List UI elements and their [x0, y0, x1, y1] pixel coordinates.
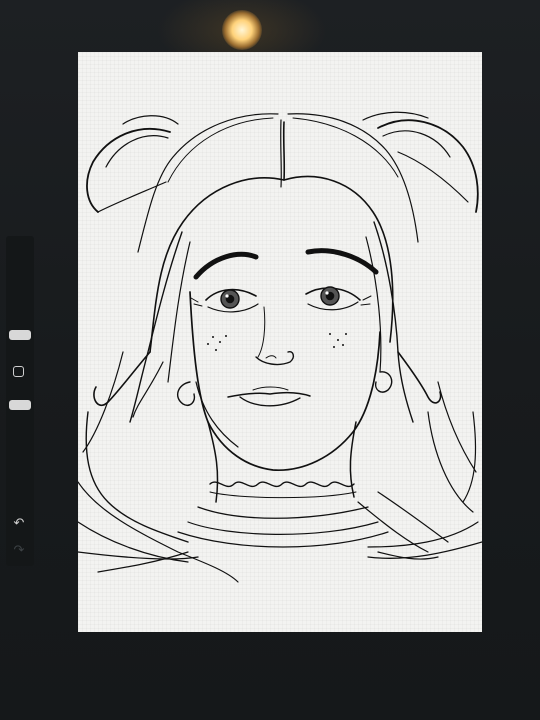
choker-strokes — [209, 481, 357, 499]
tablet-screen: ↶ ↷ — [0, 0, 540, 720]
artwork-sketch — [78, 111, 482, 583]
freckle-dots — [207, 333, 347, 351]
undo-icon[interactable]: ↶ — [10, 516, 28, 532]
modify-button[interactable] — [13, 366, 24, 377]
light-glare — [222, 10, 262, 50]
brush-opacity-slider[interactable] — [9, 400, 31, 410]
face-strokes — [176, 291, 393, 548]
brush-size-slider[interactable] — [9, 330, 31, 340]
nose-mouth-strokes — [227, 306, 311, 407]
eye-strokes — [190, 286, 372, 313]
redo-icon[interactable]: ↷ — [10, 543, 28, 559]
eyebrow-strokes — [193, 248, 379, 280]
drawing-canvas[interactable] — [78, 52, 482, 632]
hair-strokes — [78, 111, 479, 583]
